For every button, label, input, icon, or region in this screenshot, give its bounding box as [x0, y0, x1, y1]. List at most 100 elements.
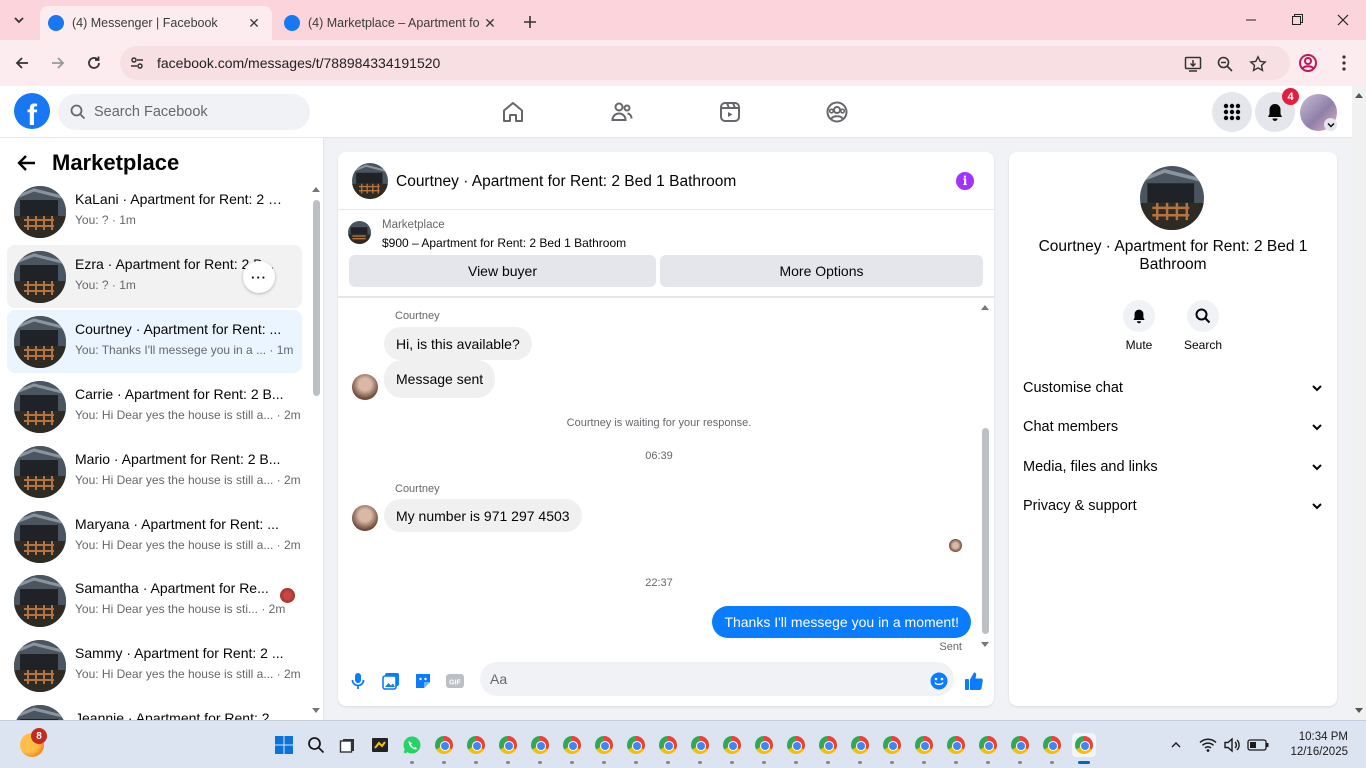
scroll-up-arrow-icon[interactable]	[979, 302, 991, 312]
listing-thumbnail[interactable]	[348, 221, 371, 244]
chrome-window-button[interactable]	[848, 733, 872, 757]
account-chevron-icon[interactable]	[1324, 118, 1337, 131]
back-button[interactable]	[10, 51, 34, 75]
bookmark-star-icon[interactable]	[1248, 54, 1268, 74]
site-settings-icon[interactable]	[128, 54, 146, 72]
taskbar-app-button[interactable]	[368, 733, 392, 757]
conversation-item[interactable]: Jeannie · Apartment for Rent: 2	[7, 699, 302, 720]
chrome-window-button[interactable]	[656, 733, 680, 757]
volume-button[interactable]	[1220, 733, 1244, 757]
groups-nav-button[interactable]	[823, 98, 851, 126]
back-arrow-icon[interactable]	[16, 152, 38, 174]
sender-avatar[interactable]	[352, 505, 378, 531]
view-buyer-button[interactable]: View buyer	[349, 255, 656, 287]
privacy-support-section[interactable]: Privacy & support	[1023, 494, 1323, 518]
chrome-window-button[interactable]	[496, 733, 520, 757]
scrollbar-thumb[interactable]	[982, 428, 989, 634]
incoming-message-bubble[interactable]: My number is 971 297 4503	[384, 499, 582, 532]
restore-button[interactable]	[1274, 0, 1320, 40]
scroll-down-arrow-icon[interactable]	[1352, 704, 1366, 718]
chrome-window-button[interactable]	[880, 733, 904, 757]
media-files-links-section[interactable]: Media, files and links	[1023, 455, 1323, 479]
chat-members-section[interactable]: Chat members	[1023, 415, 1323, 439]
conversation-item[interactable]: Sammy · Apartment for Rent: 2 ... You: H…	[7, 634, 302, 697]
chrome-window-button[interactable]	[528, 733, 552, 757]
facebook-search-input[interactable]: Search Facebook	[58, 94, 310, 130]
browser-menu-button[interactable]	[1332, 51, 1356, 75]
conversation-item[interactable]: Maryana · Apartment for Rent: ... You: H…	[7, 505, 302, 568]
listing-avatar[interactable]	[1140, 166, 1204, 230]
show-hidden-icons-button[interactable]	[1164, 733, 1188, 757]
chrome-window-button[interactable]	[784, 733, 808, 757]
scroll-up-arrow-icon[interactable]	[1352, 88, 1366, 102]
forward-button[interactable]	[46, 51, 70, 75]
system-clock[interactable]: 10:34 PM 12/16/2025	[1284, 730, 1348, 760]
video-nav-button[interactable]	[716, 98, 744, 126]
chrome-window-button[interactable]	[464, 733, 488, 757]
chrome-window-button[interactable]	[720, 733, 744, 757]
close-tab-icon[interactable]: ✕	[244, 13, 264, 33]
listing-avatar[interactable]	[352, 163, 388, 199]
close-window-button[interactable]	[1320, 0, 1366, 40]
chrome-window-button[interactable]	[1040, 733, 1064, 757]
sender-avatar[interactable]	[352, 374, 378, 400]
chrome-window-button[interactable]	[912, 733, 936, 757]
conversation-item[interactable]: Ezra · Apartment for Rent: 2 B... You: ?…	[7, 245, 302, 308]
tab-search-dropdown[interactable]	[6, 8, 32, 32]
menu-button[interactable]	[1212, 92, 1252, 132]
gif-icon[interactable]: GIF	[444, 670, 466, 692]
start-button[interactable]	[272, 733, 296, 757]
conversation-item-selected[interactable]: Courtney · Apartment for Rent: ... You: …	[7, 310, 302, 373]
taskbar-search-button[interactable]	[304, 733, 328, 757]
message-input[interactable]: Aa	[480, 662, 954, 696]
tab-marketplace[interactable]: (4) Marketplace – Apartment fo ✕	[276, 6, 508, 40]
customise-chat-section[interactable]: Customise chat	[1023, 376, 1323, 400]
incoming-message-bubble[interactable]: Message sent	[384, 360, 496, 398]
address-bar[interactable]: facebook.com/messages/t/788984334191520	[120, 46, 1290, 80]
scroll-down-arrow-icon[interactable]	[311, 706, 321, 716]
whatsapp-button[interactable]	[400, 733, 424, 757]
emoji-icon[interactable]	[928, 670, 950, 692]
close-tab-icon[interactable]: ✕	[480, 13, 500, 33]
chrome-window-button[interactable]	[752, 733, 776, 757]
chrome-window-button[interactable]	[560, 733, 584, 757]
more-options-button[interactable]: More Options	[660, 255, 983, 287]
home-nav-button[interactable]	[499, 98, 527, 126]
outgoing-message-bubble[interactable]: Thanks I'll messege you in a moment!	[712, 606, 971, 638]
photo-attach-icon[interactable]	[380, 670, 402, 692]
zoom-icon[interactable]	[1215, 54, 1235, 74]
conversation-item[interactable]: Mario · Apartment for Rent: 2 B... You: …	[7, 440, 302, 503]
chrome-window-button[interactable]	[688, 733, 712, 757]
chrome-window-button[interactable]	[816, 733, 840, 757]
profile-button[interactable]	[1296, 51, 1320, 75]
minimize-button[interactable]	[1228, 0, 1274, 40]
tab-messenger[interactable]: (4) Messenger | Facebook ✕	[40, 6, 272, 40]
sticker-icon[interactable]	[412, 670, 434, 692]
scroll-down-arrow-icon[interactable]	[979, 640, 991, 650]
facebook-logo-icon[interactable]: f	[14, 93, 50, 129]
friends-nav-button[interactable]	[608, 98, 636, 126]
page-scrollbar[interactable]	[1352, 86, 1366, 720]
new-tab-button[interactable]	[518, 10, 542, 34]
info-icon[interactable]: i	[956, 172, 974, 190]
task-view-button[interactable]	[336, 733, 360, 757]
conversation-item[interactable]: KaLani · Apartment for Rent: 2 B... You:…	[7, 180, 302, 243]
install-app-icon[interactable]	[1183, 54, 1203, 74]
chrome-window-button[interactable]	[976, 733, 1000, 757]
chrome-window-button[interactable]	[624, 733, 648, 757]
chrome-window-button[interactable]	[1008, 733, 1032, 757]
conversation-item[interactable]: Samantha · Apartment for Re... You: Hi D…	[7, 569, 302, 632]
more-options-icon[interactable]: ···	[243, 261, 275, 293]
listing-price[interactable]: $900 – Apartment for Rent: 2 Bed 1 Bathr…	[382, 236, 626, 250]
search-in-chat-button[interactable]: Search	[1173, 300, 1233, 352]
voice-clip-icon[interactable]	[347, 670, 369, 692]
incoming-message-bubble[interactable]: Hi, is this available?	[384, 327, 532, 360]
chrome-window-button[interactable]	[592, 733, 616, 757]
scroll-up-arrow-icon[interactable]	[311, 184, 321, 194]
chrome-window-button[interactable]	[944, 733, 968, 757]
battery-button[interactable]	[1246, 733, 1270, 757]
wifi-button[interactable]	[1196, 733, 1220, 757]
mute-button[interactable]: Mute	[1109, 300, 1169, 352]
chrome-window-button[interactable]	[432, 733, 456, 757]
chat-title[interactable]: Courtney · Apartment for Rent: 2 Bed 1 B…	[396, 173, 736, 191]
